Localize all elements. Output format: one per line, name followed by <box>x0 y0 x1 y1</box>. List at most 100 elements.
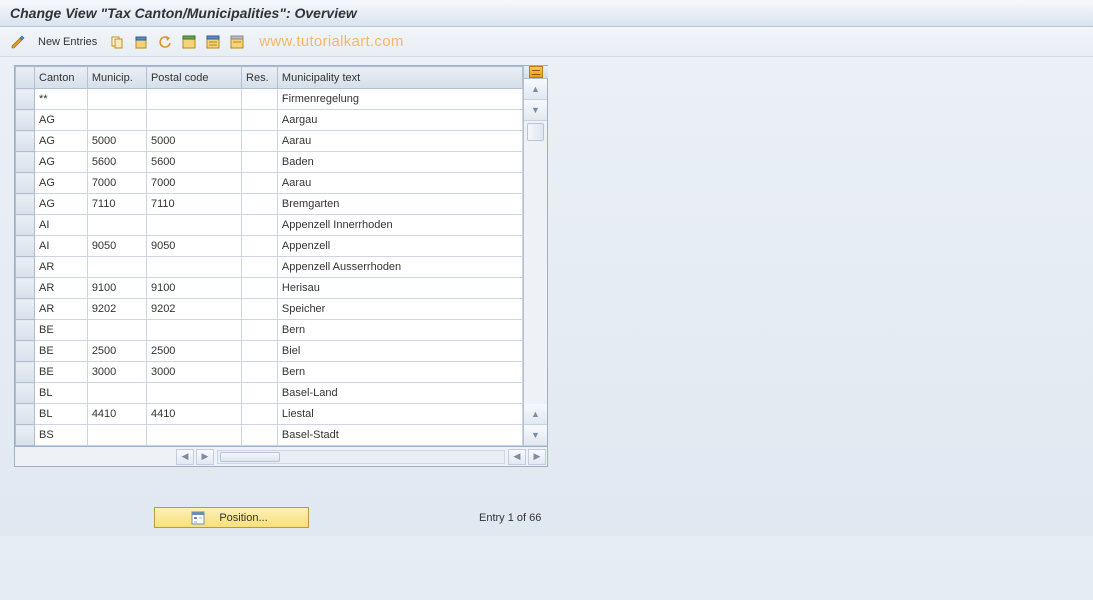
row-selector[interactable] <box>16 425 35 446</box>
row-selector[interactable] <box>16 257 35 278</box>
cell-text[interactable]: Liestal <box>277 404 522 425</box>
cell-text[interactable]: Aarau <box>277 131 522 152</box>
hscroll-right-button[interactable]: ▶ <box>196 449 214 465</box>
horizontal-scrollbar[interactable]: ◀ ▶ ◀ ▶ <box>14 447 548 467</box>
cell-text[interactable]: Appenzell Innerrhoden <box>277 215 522 236</box>
cell-municip[interactable]: 5000 <box>87 131 146 152</box>
cell-res[interactable] <box>242 89 278 110</box>
row-selector[interactable] <box>16 173 35 194</box>
row-selector[interactable] <box>16 215 35 236</box>
cell-canton[interactable]: AI <box>35 236 88 257</box>
cell-res[interactable] <box>242 257 278 278</box>
cell-canton[interactable]: BE <box>35 362 88 383</box>
hscroll-left2-button[interactable]: ◀ <box>508 449 526 465</box>
hscroll-right2-button[interactable]: ▶ <box>528 449 546 465</box>
cell-text[interactable]: Basel-Land <box>277 383 522 404</box>
copy-icon[interactable] <box>107 32 127 52</box>
vertical-scrollbar[interactable]: ▲ ▼ ▲ ▼ <box>523 66 547 446</box>
row-selector[interactable] <box>16 320 35 341</box>
cell-municip[interactable] <box>87 110 146 131</box>
cell-res[interactable] <box>242 299 278 320</box>
cell-res[interactable] <box>242 236 278 257</box>
cell-postal[interactable]: 5600 <box>146 152 241 173</box>
hscroll-left-button[interactable]: ◀ <box>176 449 194 465</box>
cell-postal[interactable] <box>146 383 241 404</box>
cell-municip[interactable]: 7110 <box>87 194 146 215</box>
row-selector[interactable] <box>16 152 35 173</box>
select-all-icon[interactable] <box>179 32 199 52</box>
cell-text[interactable]: Bern <box>277 362 522 383</box>
deselect-all-icon[interactable] <box>227 32 247 52</box>
cell-postal[interactable]: 3000 <box>146 362 241 383</box>
cell-canton[interactable]: AR <box>35 257 88 278</box>
cell-res[interactable] <box>242 110 278 131</box>
cell-municip[interactable] <box>87 320 146 341</box>
column-canton[interactable]: Canton <box>35 67 88 89</box>
cell-res[interactable] <box>242 278 278 299</box>
cell-res[interactable] <box>242 404 278 425</box>
row-selector[interactable] <box>16 299 35 320</box>
cell-postal[interactable]: 9100 <box>146 278 241 299</box>
cell-res[interactable] <box>242 194 278 215</box>
cell-res[interactable] <box>242 152 278 173</box>
cell-municip[interactable]: 5600 <box>87 152 146 173</box>
cell-municip[interactable] <box>87 215 146 236</box>
column-postal[interactable]: Postal code <box>146 67 241 89</box>
cell-text[interactable]: Baden <box>277 152 522 173</box>
cell-text[interactable]: Biel <box>277 341 522 362</box>
cell-municip[interactable] <box>87 257 146 278</box>
scroll-down-button[interactable]: ▼ <box>524 100 547 121</box>
cell-canton[interactable]: BL <box>35 404 88 425</box>
hscroll-track[interactable] <box>217 450 505 464</box>
column-muntext[interactable]: Municipality text <box>277 67 522 89</box>
cell-municip[interactable]: 2500 <box>87 341 146 362</box>
cell-canton[interactable]: AG <box>35 194 88 215</box>
delete-icon[interactable] <box>131 32 151 52</box>
position-button[interactable]: Position... <box>154 507 309 528</box>
cell-res[interactable] <box>242 173 278 194</box>
cell-res[interactable] <box>242 362 278 383</box>
cell-canton[interactable]: BE <box>35 341 88 362</box>
cell-postal[interactable] <box>146 320 241 341</box>
cell-canton[interactable]: AG <box>35 173 88 194</box>
row-selector[interactable] <box>16 383 35 404</box>
cell-res[interactable] <box>242 131 278 152</box>
table-config-button[interactable] <box>524 66 548 79</box>
cell-municip[interactable]: 9050 <box>87 236 146 257</box>
row-selector[interactable] <box>16 341 35 362</box>
cell-text[interactable]: Firmenregelung <box>277 89 522 110</box>
cell-municip[interactable] <box>87 383 146 404</box>
cell-postal[interactable] <box>146 110 241 131</box>
cell-municip[interactable]: 9100 <box>87 278 146 299</box>
row-selector[interactable] <box>16 404 35 425</box>
undo-icon[interactable] <box>155 32 175 52</box>
cell-municip[interactable] <box>87 89 146 110</box>
scroll-track[interactable] <box>524 121 547 404</box>
hscroll-thumb[interactable] <box>220 452 280 462</box>
row-selector[interactable] <box>16 236 35 257</box>
cell-res[interactable] <box>242 425 278 446</box>
cell-text[interactable]: Aargau <box>277 110 522 131</box>
cell-municip[interactable] <box>87 425 146 446</box>
scroll-up-end-button[interactable]: ▲ <box>524 404 547 425</box>
column-municip[interactable]: Municip. <box>87 67 146 89</box>
cell-postal[interactable] <box>146 257 241 278</box>
new-entries-button[interactable]: New Entries <box>32 32 103 52</box>
cell-canton[interactable]: AG <box>35 110 88 131</box>
cell-municip[interactable]: 9202 <box>87 299 146 320</box>
cell-canton[interactable]: BL <box>35 383 88 404</box>
column-res[interactable]: Res. <box>242 67 278 89</box>
row-selector[interactable] <box>16 89 35 110</box>
cell-postal[interactable]: 5000 <box>146 131 241 152</box>
cell-postal[interactable]: 7000 <box>146 173 241 194</box>
row-selector[interactable] <box>16 278 35 299</box>
cell-postal[interactable]: 2500 <box>146 341 241 362</box>
cell-text[interactable]: Aarau <box>277 173 522 194</box>
scroll-thumb[interactable] <box>527 123 544 141</box>
cell-res[interactable] <box>242 341 278 362</box>
cell-res[interactable] <box>242 320 278 341</box>
cell-canton[interactable]: AG <box>35 131 88 152</box>
cell-text[interactable]: Appenzell <box>277 236 522 257</box>
cell-postal[interactable] <box>146 425 241 446</box>
cell-postal[interactable] <box>146 89 241 110</box>
